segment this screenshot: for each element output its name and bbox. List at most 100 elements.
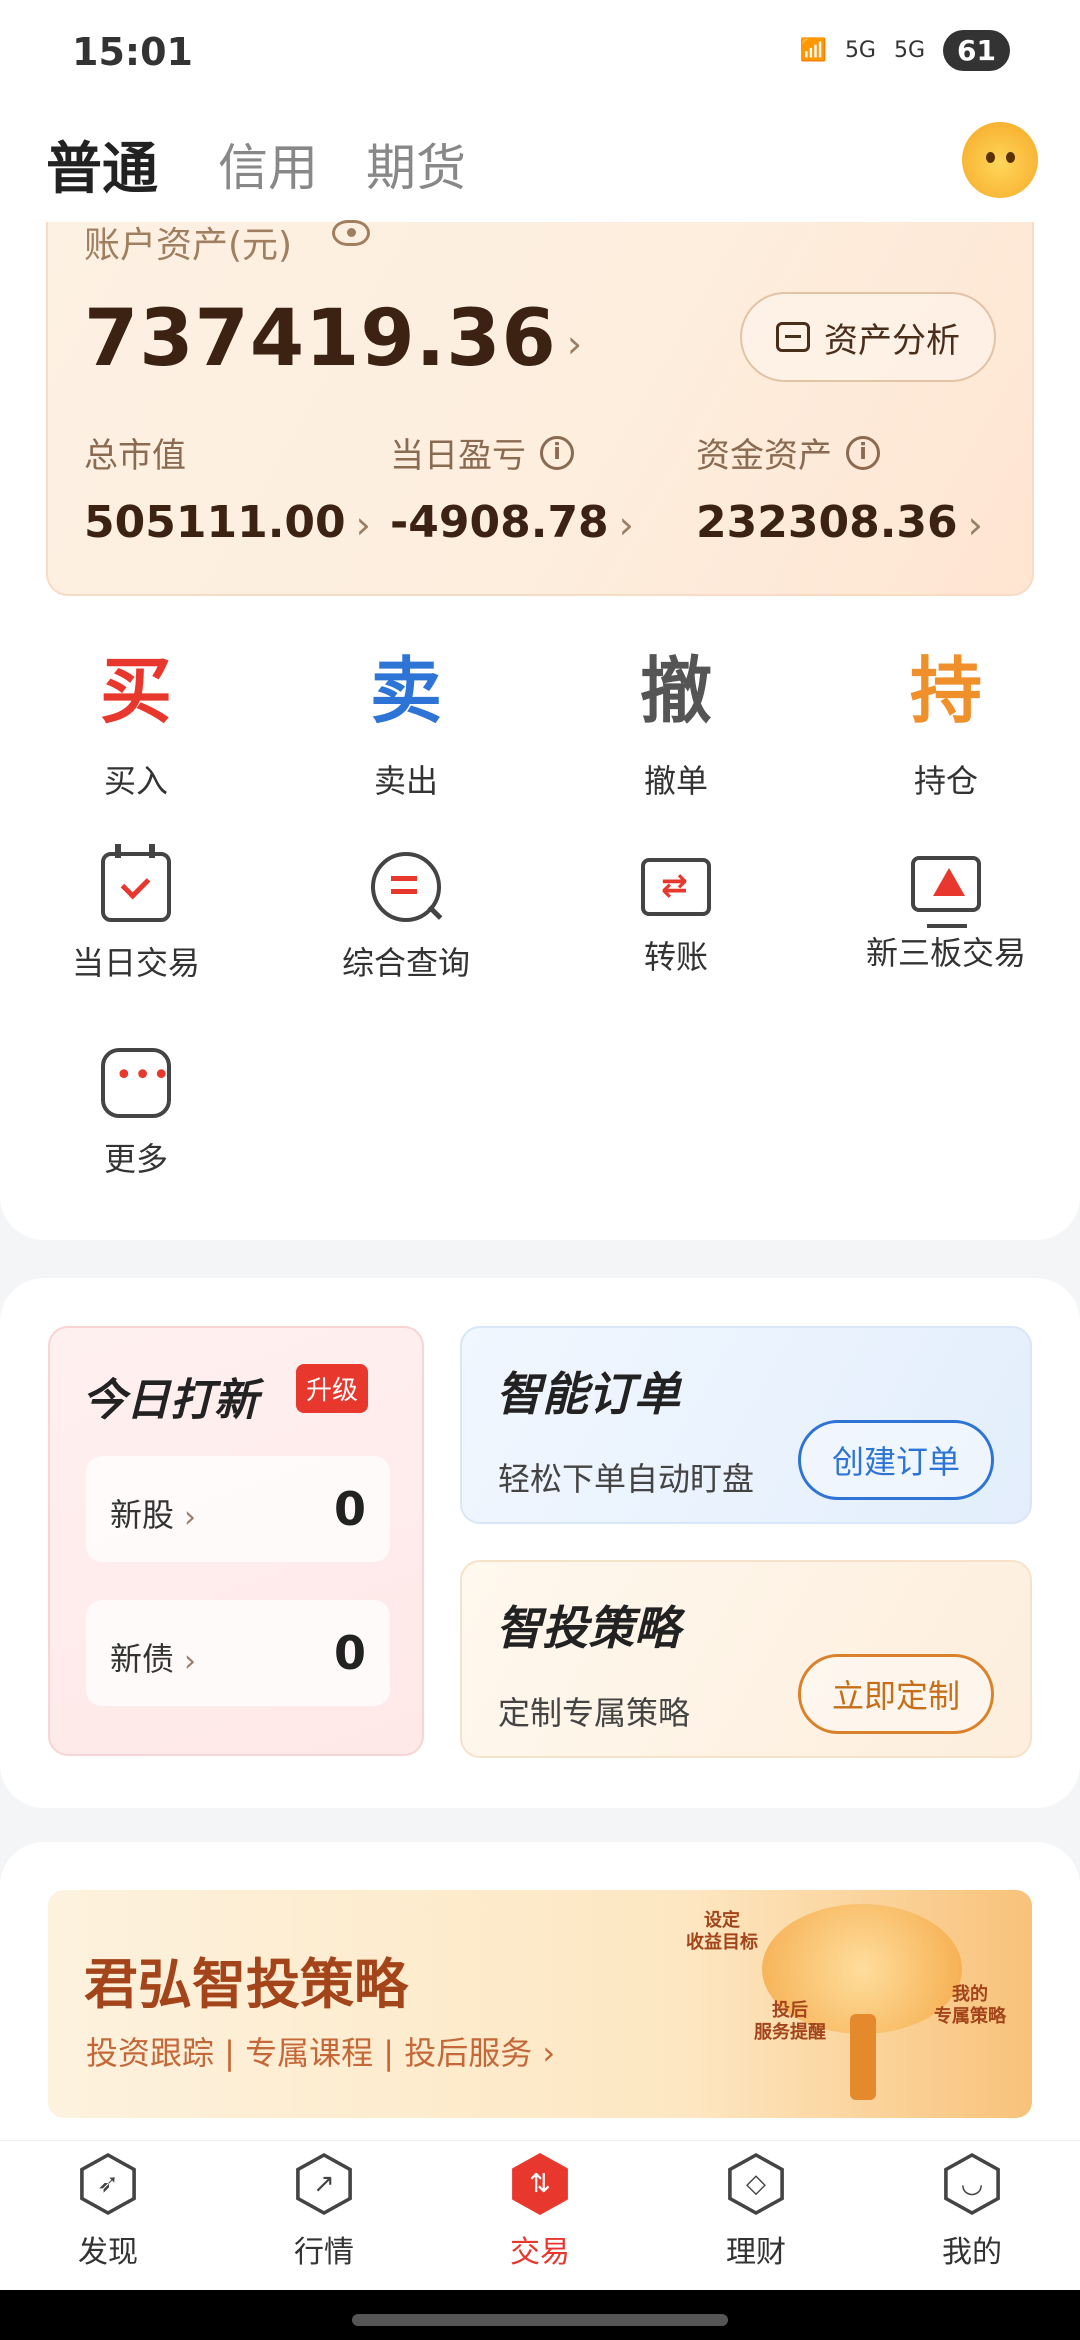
smart-order-subtitle: 轻松下单自动盯盘 (498, 1460, 755, 1498)
new-bond-label: 新债 (110, 1640, 175, 1678)
sell-button[interactable]: 卖 卖出 (316, 646, 496, 802)
query-label: 综合查询 (341, 944, 470, 982)
calendar-check-icon (101, 844, 171, 922)
account-type-tabs: 普通 信用 期货 (0, 100, 1080, 220)
chevron-right-icon: › (618, 503, 634, 547)
transfer-icon (641, 858, 711, 916)
daily-trade-button[interactable]: 当日交易 (26, 844, 246, 984)
strategy-card[interactable]: 智投策略 定制专属策略 立即定制 (460, 1560, 1032, 1758)
banner-note-target: 设定 收益目标 (686, 1910, 758, 1953)
more-dots-icon (101, 1048, 171, 1118)
new-stock-label: 新股 (110, 1496, 175, 1534)
new-stock-count: 0 (333, 1482, 366, 1536)
holdings-button[interactable]: 持 持仓 (856, 646, 1036, 802)
banner-subtitle: 投资跟踪 | 专属课程 | 投后服务 › (86, 2034, 556, 2072)
smart-order-title: 智能订单 (496, 1367, 680, 1421)
strategy-subtitle: 定制专属策略 (498, 1694, 691, 1732)
upgrade-badge[interactable]: 升级 (296, 1364, 369, 1413)
buy-icon: 买 (99, 649, 172, 733)
tab-futures[interactable]: 期货 (366, 128, 466, 200)
new-third-board-label: 新三板交易 (865, 934, 1026, 972)
chevron-right-icon: › (184, 1643, 197, 1679)
trade-icon: ⇅ (512, 2153, 568, 2215)
status-bar: 15:01 📶 5G 5G 61 (0, 0, 1080, 100)
asset-label: 账户资产(元) (84, 225, 293, 266)
battery-indicator: 61 (943, 30, 1010, 71)
signal-icon: 5G (893, 38, 926, 63)
nav-market-label: 行情 (294, 2235, 354, 2270)
holdings-icon: 持 (909, 649, 982, 733)
market-value-stat[interactable]: 总市值 505111.00 › (84, 428, 371, 548)
transfer-button[interactable]: 转账 (566, 852, 786, 978)
new-bond-count: 0 (333, 1626, 366, 1680)
market-value-label: 总市值 (84, 436, 186, 476)
customize-now-button[interactable]: 立即定制 (798, 1654, 994, 1734)
nav-market[interactable]: ↗ 行情 (254, 2153, 394, 2271)
tree-trunk (850, 2014, 876, 2100)
info-icon[interactable]: i (540, 435, 574, 470)
sell-label: 卖出 (373, 762, 438, 800)
trend-up-icon: ↗ (296, 2153, 352, 2215)
funds-stat[interactable]: 资金资产 i 232308.36 › (696, 428, 983, 548)
cancel-order-label: 撤单 (643, 762, 708, 800)
funds-label: 资金资产 (696, 436, 832, 476)
funds-value: 232308.36 (696, 497, 958, 548)
more-label: 更多 (103, 1140, 168, 1178)
transfer-label: 转账 (643, 938, 708, 976)
mascot-avatar-icon[interactable] (962, 122, 1038, 198)
sell-icon: 卖 (369, 649, 442, 733)
holdings-label: 持仓 (913, 762, 978, 800)
home-indicator[interactable] (352, 2314, 728, 2326)
status-time: 15:01 (72, 30, 193, 74)
cancel-order-button[interactable]: 撤 撤单 (586, 646, 766, 802)
nav-trade[interactable]: ⇅ 交易 (470, 2153, 610, 2271)
info-icon[interactable]: i (846, 435, 880, 470)
chevron-right-icon: › (967, 503, 983, 547)
new-third-board-button[interactable]: 新三板交易 (836, 852, 1056, 974)
chevron-right-icon: › (184, 1499, 197, 1535)
cancel-order-icon: 撤 (639, 649, 712, 733)
smile-icon: ◡ (944, 2153, 1000, 2215)
ipo-title: 今日打新 (82, 1375, 258, 1426)
strategy-title: 智投策略 (496, 1601, 680, 1655)
asset-total[interactable]: 737419.36 › (84, 294, 583, 384)
analysis-icon (776, 322, 810, 352)
asset-analysis-label: 资产分析 (824, 320, 960, 361)
nav-discover-label: 发现 (78, 2235, 138, 2270)
new-stock-row[interactable]: 新股 › 0 (86, 1456, 390, 1562)
smart-order-card[interactable]: 智能订单 轻松下单自动盯盘 创建订单 (460, 1326, 1032, 1524)
tab-normal[interactable]: 普通 (46, 124, 158, 205)
ipo-card[interactable]: 今日打新 升级 新股 › 0 新债 › 0 (48, 1326, 424, 1756)
nav-wealth-label: 理财 (726, 2235, 786, 2270)
new-bond-row[interactable]: 新债 › 0 (86, 1600, 390, 1706)
chevron-right-icon: › (355, 503, 371, 547)
nav-wealth[interactable]: ◇ 理财 (686, 2153, 826, 2271)
strategy-banner[interactable]: 君弘智投策略 投资跟踪 | 专属课程 | 投后服务 › 设定 收益目标 投后 服… (48, 1890, 1032, 2118)
nav-trade-label: 交易 (510, 2235, 570, 2270)
eye-icon[interactable] (332, 220, 370, 246)
diamond-icon: ◇ (728, 2153, 784, 2215)
daily-pnl-stat[interactable]: 当日盈亏 i -4908.78 › (390, 428, 634, 548)
create-order-button[interactable]: 创建订单 (798, 1420, 994, 1500)
daily-pnl-label: 当日盈亏 (390, 436, 526, 476)
chevron-right-icon: › (566, 321, 584, 366)
banner-note-reminder: 投后 服务提醒 (754, 2000, 826, 2043)
monitor-icon (911, 856, 981, 928)
compass-icon: ➶ (80, 2153, 136, 2215)
daily-pnl-value: -4908.78 (390, 497, 609, 548)
asset-total-value: 737419.36 (84, 294, 557, 384)
daily-trade-label: 当日交易 (71, 944, 200, 982)
signal-icon: 5G (844, 38, 876, 63)
wifi-icon: 📶 (799, 38, 827, 63)
asset-analysis-button[interactable]: 资产分析 (740, 292, 996, 382)
buy-button[interactable]: 买 买入 (46, 646, 226, 802)
buy-label: 买入 (103, 762, 168, 800)
more-button[interactable]: 更多 (26, 1048, 246, 1180)
nav-discover[interactable]: ➶ 发现 (38, 2153, 178, 2271)
query-button[interactable]: 综合查询 (296, 852, 516, 984)
nav-mine-label: 我的 (942, 2235, 1002, 2270)
bottom-nav: ➶ 发现 ↗ 行情 ⇅ 交易 ◇ 理财 ◡ 我的 (0, 2140, 1080, 2290)
market-value: 505111.00 (84, 497, 346, 548)
tab-credit[interactable]: 信用 (218, 128, 318, 200)
nav-mine[interactable]: ◡ 我的 (902, 2153, 1042, 2271)
